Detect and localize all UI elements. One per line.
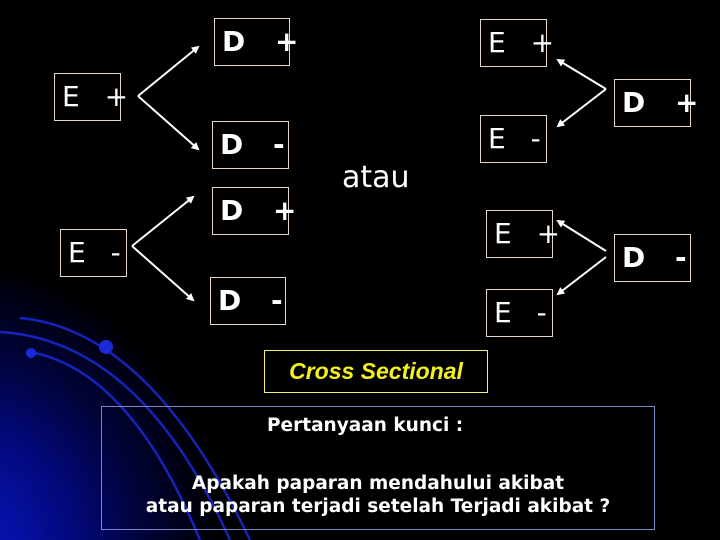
box-label: E + — [62, 80, 137, 113]
key-question-line-1: Apakah paparan mendahului akibat — [191, 473, 565, 494]
arrow-icon — [137, 95, 200, 151]
box-label: E + — [494, 217, 569, 250]
arrow-icon — [556, 58, 607, 90]
box-label: D + — [222, 25, 309, 58]
box-exposure-positive: E + — [54, 73, 128, 121]
connector-text: atau — [342, 160, 410, 195]
box-outcome-negative-from-unexposed: D - — [210, 277, 286, 325]
box-label: D + — [220, 194, 307, 227]
arrow-icon — [556, 256, 607, 296]
box-exposure-negative: E - — [60, 229, 127, 277]
box-label: E - — [488, 122, 549, 155]
study-type-label: Cross Sectional — [264, 350, 488, 393]
box-exposure-positive-from-nondiseased: E + — [486, 210, 560, 258]
arrow-icon — [137, 45, 200, 97]
arrow-icon — [556, 88, 607, 128]
key-question-line-2: atau paparan terjadi setelah Terjadi aki… — [145, 496, 611, 517]
box-exposure-negative-from-diseased: E - — [480, 115, 547, 163]
box-outcome-positive-from-exposed: D + — [214, 18, 298, 66]
box-outcome-positive-from-unexposed: D + — [212, 187, 296, 235]
key-question-box: Pertanyaan kunci : Apakah paparan mendah… — [101, 406, 655, 530]
box-label: E - — [68, 236, 129, 269]
key-question-title: Pertanyaan kunci : — [267, 415, 464, 436]
box-disease-negative: D - — [614, 234, 691, 282]
box-label: D + — [622, 86, 709, 119]
box-label: E - — [494, 296, 555, 329]
box-disease-positive: D + — [614, 79, 698, 127]
arrow-icon — [131, 245, 195, 302]
box-outcome-negative-from-exposed: D - — [212, 121, 289, 169]
box-label: E + — [488, 26, 563, 59]
box-label: D - — [220, 128, 295, 161]
box-label: D - — [622, 241, 697, 274]
arrow-icon — [131, 195, 195, 247]
box-label: D - — [218, 284, 293, 317]
box-exposure-positive-from-diseased: E + — [480, 19, 554, 67]
box-exposure-negative-from-nondiseased: E - — [486, 289, 553, 337]
